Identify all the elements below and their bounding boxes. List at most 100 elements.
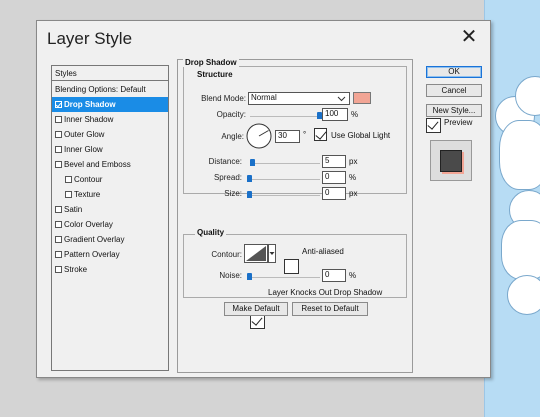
- style-checkbox[interactable]: [55, 221, 62, 228]
- cloud-shape: [507, 275, 540, 315]
- style-checkbox[interactable]: [55, 206, 62, 213]
- styles-list-item-label: Inner Shadow: [64, 115, 114, 124]
- close-icon[interactable]: ✕: [459, 27, 479, 47]
- spread-label: Spread:: [213, 173, 242, 182]
- distance-unit: px: [349, 157, 358, 166]
- styles-list-item[interactable]: Inner Shadow: [52, 112, 168, 127]
- style-checkbox[interactable]: [55, 236, 62, 243]
- noise-unit: %: [349, 271, 357, 280]
- anti-aliased-label: Anti-aliased: [302, 247, 344, 256]
- size-slider-thumb[interactable]: [247, 191, 252, 198]
- styles-list-item-label: Contour: [74, 175, 103, 184]
- spread-input[interactable]: 0: [322, 171, 346, 184]
- noise-slider-thumb[interactable]: [247, 273, 252, 280]
- chevron-down-icon: [337, 96, 346, 102]
- styles-list-item-label: Drop Shadow: [64, 100, 116, 109]
- new-style-button[interactable]: New Style...: [426, 104, 482, 117]
- style-checkbox[interactable]: [55, 101, 62, 108]
- shadow-color-swatch[interactable]: [353, 92, 371, 104]
- preview-thumbnail: [430, 140, 472, 181]
- styles-list-item[interactable]: Color Overlay: [52, 217, 168, 232]
- ok-button[interactable]: OK: [426, 66, 482, 78]
- knocks-out-checkbox[interactable]: [250, 314, 265, 329]
- size-input[interactable]: 0: [322, 187, 346, 200]
- reset-to-default-button[interactable]: Reset to Default: [292, 302, 368, 316]
- style-checkbox[interactable]: [55, 131, 62, 138]
- opacity-unit: %: [351, 110, 359, 119]
- angle-label: Angle:: [221, 132, 244, 141]
- size-slider-track[interactable]: [248, 195, 320, 196]
- spread-unit: %: [349, 173, 357, 182]
- styles-list-item[interactable]: Outer Glow: [52, 127, 168, 142]
- noise-input[interactable]: 0: [322, 269, 346, 282]
- style-checkbox[interactable]: [55, 161, 62, 168]
- opacity-slider-track[interactable]: [250, 116, 320, 117]
- styles-list-item-label: Inner Glow: [64, 145, 103, 154]
- angle-input[interactable]: 30: [275, 130, 300, 143]
- styles-list-item-label: Pattern Overlay: [64, 250, 120, 259]
- preview-checkbox[interactable]: [426, 118, 441, 133]
- styles-list-item-label: Stroke: [64, 265, 88, 274]
- preview-label: Preview: [444, 118, 473, 127]
- styles-list-item[interactable]: Satin: [52, 202, 168, 217]
- style-checkbox[interactable]: [65, 191, 72, 198]
- cancel-button[interactable]: Cancel: [426, 84, 482, 97]
- styles-list: Styles Blending Options: Default Drop Sha…: [51, 65, 169, 371]
- styles-list-item[interactable]: Pattern Overlay: [52, 247, 168, 262]
- styles-list-item[interactable]: Stroke: [52, 262, 168, 277]
- styles-list-item[interactable]: Bevel and Emboss: [52, 157, 168, 172]
- styles-list-item-label: Bevel and Emboss: [64, 160, 131, 169]
- knocks-out-label: Layer Knocks Out Drop Shadow: [268, 288, 383, 297]
- styles-list-item-label: Texture: [74, 190, 101, 199]
- styles-list-item-label: Outer Glow: [64, 130, 105, 139]
- preview-swatch: [440, 150, 462, 172]
- distance-slider-track[interactable]: [250, 163, 320, 164]
- distance-label: Distance:: [208, 157, 242, 166]
- blend-mode-value: Normal: [251, 93, 277, 102]
- structure-title: Structure: [195, 70, 235, 79]
- styles-list-item[interactable]: Texture: [52, 187, 168, 202]
- chevron-down-icon: [269, 252, 275, 255]
- style-checkbox[interactable]: [55, 266, 62, 273]
- contour-picker[interactable]: [244, 244, 268, 263]
- styles-list-item-label: Satin: [64, 205, 83, 214]
- blend-mode-label: Blend Mode:: [201, 94, 246, 103]
- opacity-input[interactable]: 100: [322, 108, 348, 121]
- opacity-label: Opacity:: [216, 110, 246, 119]
- style-checkbox[interactable]: [55, 116, 62, 123]
- style-checkbox[interactable]: [65, 176, 72, 183]
- distance-slider-thumb[interactable]: [250, 159, 255, 166]
- size-label: Size:: [224, 189, 242, 198]
- use-global-light-checkbox[interactable]: [314, 128, 327, 141]
- distance-input[interactable]: 5: [322, 155, 346, 168]
- styles-list-item[interactable]: Drop Shadow: [52, 97, 168, 112]
- contour-linear-icon: [246, 246, 266, 261]
- use-global-light-label: Use Global Light: [331, 131, 391, 140]
- layer-style-dialog: Layer Style ✕ Styles Blending Options: D…: [36, 20, 491, 378]
- anti-aliased-checkbox[interactable]: [284, 259, 299, 274]
- styles-list-item-label: Gradient Overlay: [64, 235, 125, 244]
- style-checkbox[interactable]: [55, 251, 62, 258]
- cloud-shape: [499, 120, 540, 190]
- contour-label: Contour:: [211, 250, 242, 259]
- spread-slider-track[interactable]: [248, 179, 320, 180]
- section-title: Drop Shadow: [183, 58, 239, 67]
- styles-list-item[interactable]: Gradient Overlay: [52, 232, 168, 247]
- make-default-button[interactable]: Make Default: [224, 302, 288, 316]
- quality-title: Quality: [195, 228, 227, 237]
- blend-mode-select[interactable]: Normal: [248, 92, 350, 105]
- dialog-title: Layer Style: [47, 29, 133, 48]
- spread-slider-thumb[interactable]: [247, 175, 252, 182]
- angle-unit: °: [303, 130, 307, 139]
- noise-label: Noise:: [219, 271, 242, 280]
- style-checkbox[interactable]: [55, 146, 62, 153]
- drop-shadow-panel: Drop Shadow Structure Blend Mode: Normal…: [177, 58, 413, 373]
- styles-list-item[interactable]: Inner Glow: [52, 142, 168, 157]
- noise-slider-track[interactable]: [248, 277, 320, 278]
- styles-list-header[interactable]: Styles: [52, 66, 168, 81]
- angle-dial[interactable]: [246, 123, 272, 149]
- contour-dropdown-button[interactable]: [268, 244, 276, 263]
- styles-list-item[interactable]: Contour: [52, 172, 168, 187]
- styles-list-item[interactable]: Blending Options: Default: [52, 82, 168, 97]
- styles-list-item-label: Color Overlay: [64, 220, 113, 229]
